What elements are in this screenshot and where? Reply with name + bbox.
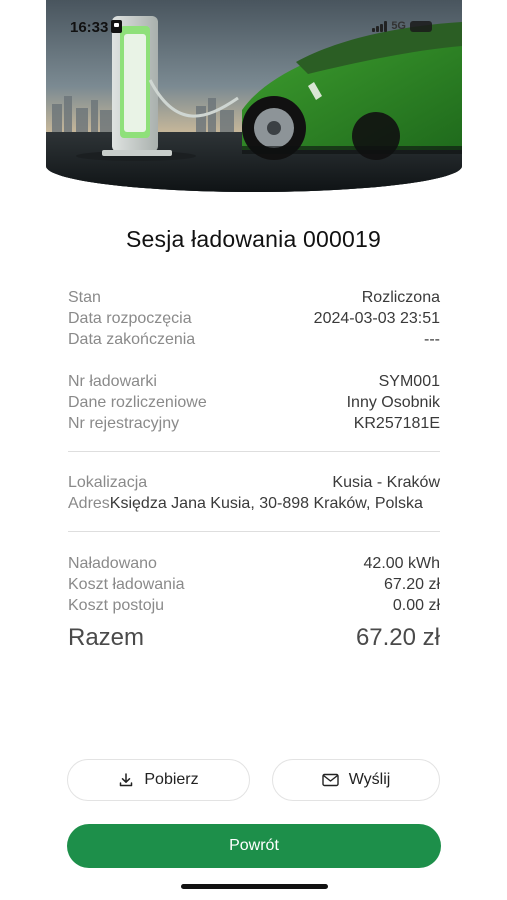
detail-label: Data rozpoczęcia: [68, 310, 192, 327]
detail-row-parking-cost: Koszt postoju 0.00 zł: [68, 596, 440, 616]
battery-icon: [410, 20, 432, 32]
divider: [68, 451, 440, 452]
detail-label: Dane rozliczeniowe: [68, 394, 207, 411]
detail-label: Stan: [68, 289, 101, 306]
detail-row-address: Adres Księdza Jana Kusia, 30-898 Kraków,…: [68, 494, 462, 514]
detail-label: Nr rejestracyjny: [68, 415, 180, 432]
detail-row-end-date: Data zakończenia ---: [68, 330, 440, 350]
detail-row-energy: Naładowano 42.00 kWh: [68, 554, 440, 574]
detail-value: 42.00 kWh: [363, 555, 440, 572]
detail-row-charger: Nr ładowarki SYM001: [68, 372, 440, 392]
detail-value: KR257181E: [353, 415, 440, 432]
detail-value: Księdza Jana Kusia, 30-898 Kraków, Polsk…: [109, 495, 423, 512]
download-button-label: Pobierz: [144, 771, 199, 788]
detail-value: SYM001: [378, 373, 440, 390]
detail-label: Nr ładowarki: [68, 373, 157, 390]
detail-value: 0.00 zł: [392, 597, 440, 614]
detail-row-charging-cost: Koszt ładowania 67.20 zł: [68, 575, 440, 595]
status-indicators: 5G: [372, 20, 432, 32]
back-button[interactable]: Powrót: [67, 824, 441, 868]
total-value: 67.20 zł: [355, 624, 440, 651]
status-bar: 16:33 5G: [46, 0, 462, 50]
total-row: Razem 67.20 zł: [68, 622, 440, 654]
back-button-label: Powrót: [229, 837, 279, 854]
send-button-label: Wyślij: [348, 771, 391, 788]
home-indicator[interactable]: [181, 884, 328, 889]
detail-value: ---: [424, 331, 440, 348]
download-icon: [120, 773, 133, 787]
detail-value: Rozliczona: [361, 289, 440, 306]
detail-label: Data zakończenia: [68, 331, 196, 348]
detail-value: Kusia - Kraków: [332, 474, 440, 491]
detail-row-status: Stan Rozliczona: [68, 288, 440, 308]
detail-row-start-date: Data rozpoczęcia 2024-03-03 23:51: [68, 309, 440, 329]
detail-row-billing: Dane rozliczeniowe Inny Osobnik: [68, 393, 440, 413]
total-label: Razem: [68, 624, 145, 651]
mail-icon: [321, 773, 339, 787]
status-time: 16:33: [70, 19, 123, 36]
id-card-icon: [111, 20, 123, 33]
download-button[interactable]: Pobierz: [67, 759, 250, 801]
page-title: Sesja ładowania 000019: [125, 226, 382, 252]
detail-row-location: Lokalizacja Kusia - Kraków: [68, 473, 440, 493]
send-button[interactable]: Wyślij: [272, 759, 440, 801]
detail-label: Naładowano: [68, 555, 157, 572]
detail-value: 67.20 zł: [383, 576, 440, 593]
network-type-label: 5G: [391, 20, 406, 32]
detail-value: 2024-03-03 23:51: [313, 310, 440, 327]
detail-label: Lokalizacja: [68, 474, 148, 491]
detail-label: Koszt ładowania: [68, 576, 185, 593]
divider: [68, 531, 440, 532]
detail-label: Adres: [68, 495, 110, 512]
detail-value: Inny Osobnik: [346, 394, 440, 411]
detail-row-registration: Nr rejestracyjny KR257181E: [68, 414, 440, 434]
hero-image: 16:33 5G: [46, 0, 462, 192]
cellular-signal-icon: [372, 20, 388, 32]
detail-label: Koszt postoju: [68, 597, 165, 614]
